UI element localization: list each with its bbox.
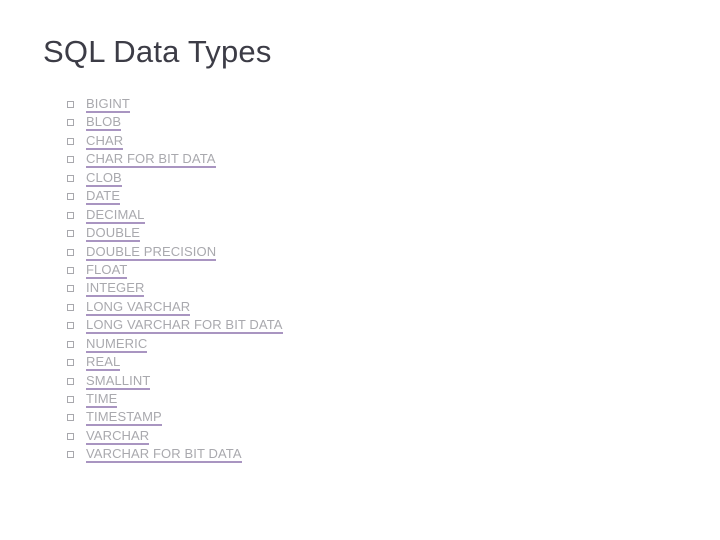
square-bullet-icon — [67, 396, 74, 403]
square-bullet-icon — [67, 303, 74, 311]
square-bullet-icon — [67, 193, 74, 201]
square-bullet-icon — [67, 230, 74, 238]
data-type-link[interactable]: REAL — [86, 355, 121, 372]
data-type-link[interactable]: SMALLINT — [86, 373, 151, 390]
square-bullet-icon — [67, 322, 74, 330]
data-type-link[interactable]: TIME — [86, 392, 118, 408]
data-type-link[interactable]: FLOAT — [86, 262, 128, 279]
data-type-link[interactable]: TIMESTAMP — [86, 410, 162, 427]
data-type-link[interactable]: DATE — [86, 189, 121, 206]
square-bullet-icon — [67, 414, 74, 422]
square-bullet-icon — [67, 340, 74, 348]
data-type-link[interactable]: VARCHAR — [86, 428, 150, 445]
data-type-link[interactable]: CHAR FOR BIT DATA — [86, 152, 216, 169]
data-type-link[interactable]: BIGINT — [86, 97, 130, 113]
data-type-link[interactable]: DECIMAL — [86, 207, 145, 224]
data-type-link[interactable]: VARCHAR FOR BIT DATA — [86, 447, 242, 464]
data-type-link[interactable]: INTEGER — [86, 281, 145, 298]
square-bullet-icon — [67, 156, 74, 164]
square-bullet-icon — [67, 377, 74, 385]
data-type-link[interactable]: CLOB — [86, 170, 122, 187]
square-bullet-icon — [67, 359, 74, 367]
data-type-link[interactable]: LONG VARCHAR — [86, 299, 191, 316]
data-type-link[interactable]: NUMERIC — [86, 336, 148, 353]
square-bullet-icon — [67, 451, 74, 459]
data-type-link[interactable]: BLOB — [86, 115, 122, 132]
square-bullet-icon — [67, 285, 74, 293]
square-bullet-icon — [67, 137, 74, 145]
square-bullet-icon — [67, 119, 74, 127]
data-type-link[interactable]: DOUBLE PRECISION — [86, 244, 217, 261]
square-bullet-icon — [67, 248, 74, 256]
data-type-link[interactable]: CHAR — [86, 133, 124, 150]
data-type-link[interactable]: DOUBLE — [86, 226, 141, 243]
square-bullet-icon — [67, 174, 74, 182]
page-title: SQL Data Types — [43, 34, 272, 69]
data-type-link[interactable]: LONG VARCHAR FOR BIT DATA — [86, 318, 283, 335]
square-bullet-icon — [67, 432, 74, 440]
square-bullet-icon — [67, 266, 74, 274]
square-bullet-icon — [67, 101, 74, 108]
square-bullet-icon — [67, 211, 74, 219]
